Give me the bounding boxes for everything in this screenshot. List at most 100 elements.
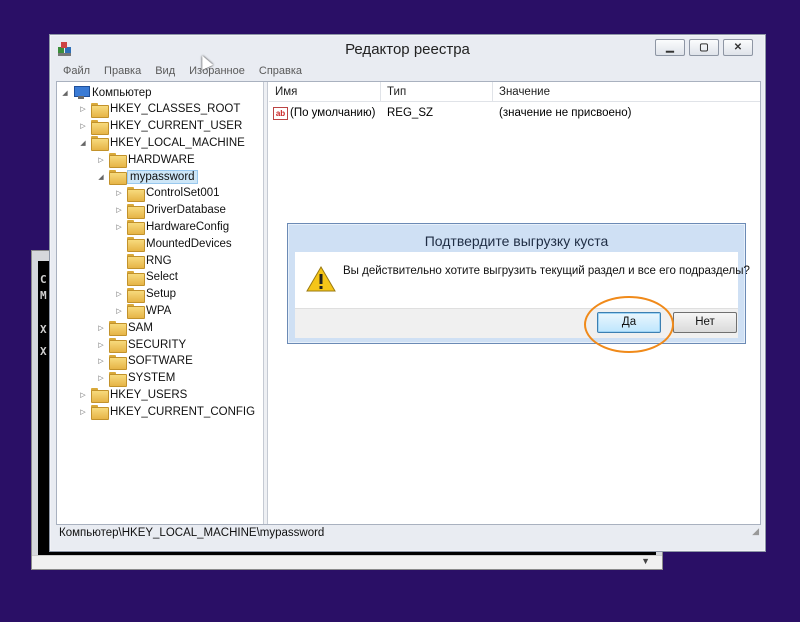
expand-toggle-icon[interactable]: ▷ — [97, 374, 105, 382]
tree-item[interactable]: ▷ ControlSet001 — [115, 185, 220, 202]
tree-item-label: MountedDevices — [146, 237, 232, 250]
folder-icon — [127, 203, 145, 219]
no-button[interactable]: Нет — [673, 312, 737, 333]
tree-item-label: Setup — [146, 288, 177, 301]
expand-toggle-icon[interactable]: ▷ — [115, 189, 123, 197]
tree-item[interactable]: MountedDevices — [115, 235, 232, 253]
tree-item-label: SECURITY — [128, 338, 187, 351]
folder-icon — [127, 186, 145, 202]
tree-item[interactable]: ▷ HardwareConfig — [115, 218, 230, 236]
folder-icon — [109, 354, 127, 370]
expand-toggle-icon[interactable]: ▷ — [97, 341, 105, 349]
status-bar: Компьютер\HKEY_LOCAL_MACHINE\mypassword … — [56, 523, 761, 543]
menu-file[interactable]: Файл — [56, 63, 97, 81]
folder-icon — [91, 405, 109, 421]
tree-item[interactable]: ◢ mypassword — [97, 168, 198, 185]
expand-toggle-icon[interactable]: ▷ — [115, 307, 123, 315]
tree-item[interactable]: ▷ HKEY_USERS — [79, 386, 188, 404]
collapse-toggle-icon[interactable]: ◢ — [79, 139, 87, 147]
tree-item-label: HKEY_CLASSES_ROOT — [110, 103, 241, 116]
tree-item-label: HardwareConfig — [146, 220, 230, 233]
value-row[interactable]: ab (По умолчанию) REG_SZ (значение не пр… — [269, 104, 760, 122]
tree-item-label: HKEY_CURRENT_CONFIG — [110, 405, 256, 418]
expand-toggle-icon[interactable]: ▷ — [79, 105, 87, 113]
expand-toggle-icon[interactable]: ▷ — [115, 223, 123, 231]
resize-grip-icon[interactable]: ◢ — [752, 521, 759, 541]
folder-icon — [91, 388, 109, 404]
tree-item[interactable]: Select — [115, 269, 178, 286]
expand-toggle-icon[interactable]: ▷ — [97, 324, 105, 332]
column-header-value[interactable]: Значение — [493, 82, 760, 101]
expand-toggle-icon[interactable]: ▷ — [79, 408, 87, 416]
tree-item[interactable]: ▷ SECURITY — [97, 336, 186, 353]
tree-item-computer[interactable]: ◢ Компьютер — [61, 84, 152, 101]
expand-toggle-icon[interactable]: ▷ — [115, 290, 123, 298]
maximize-button[interactable]: ▢ — [689, 39, 719, 56]
collapse-toggle-icon[interactable]: ◢ — [61, 89, 69, 97]
folder-icon — [91, 119, 109, 135]
tree-item-label: Select — [146, 271, 178, 284]
highlight-annotation-circle — [584, 296, 674, 353]
console-line: C — [40, 273, 47, 286]
tree-item-label: SAM — [128, 321, 153, 334]
tree-item[interactable]: ▷ WPA — [115, 302, 171, 320]
close-button[interactable]: ✕ — [723, 39, 753, 56]
tree-item[interactable]: ▷ HKEY_CURRENT_USER — [79, 118, 242, 135]
dialog-body: Вы действительно хотите выгрузить текущи… — [295, 252, 750, 308]
folder-icon — [127, 237, 145, 253]
tree-item-label: HKEY_USERS — [110, 388, 188, 401]
value-name: (По умолчанию) — [290, 107, 376, 119]
title-bar[interactable]: Редактор реестра ▁ ▢ ✕ — [50, 35, 765, 63]
console-scrollbar[interactable]: ▼ — [32, 555, 662, 569]
tree-item-label: HKEY_CURRENT_USER — [110, 120, 243, 133]
expand-toggle-icon[interactable]: ▷ — [97, 357, 105, 365]
column-header-name[interactable]: Имя — [269, 82, 381, 101]
tree-item-label: DriverDatabase — [146, 204, 226, 217]
tree-item-label: ControlSet001 — [146, 187, 220, 200]
value-data: (значение не присвоено) — [499, 107, 632, 119]
chevron-down-icon[interactable]: ▼ — [641, 556, 650, 566]
column-header-type[interactable]: Тип — [381, 82, 493, 101]
tree-item[interactable]: ▷ HKEY_CURRENT_CONFIG — [79, 403, 256, 421]
registry-tree[interactable]: ◢ Компьютер ▷ HKEY_CLASSES_ROOT ▷ HKEY_CURR… — [57, 82, 264, 524]
console-line: X — [40, 323, 47, 336]
expand-toggle-icon[interactable]: ▷ — [79, 391, 87, 399]
tree-item-label: mypassword — [127, 169, 198, 184]
menu-view[interactable]: Вид — [148, 63, 182, 81]
tree-item-label: Компьютер — [92, 86, 152, 99]
tree-item[interactable]: RNG — [115, 252, 172, 269]
folder-icon — [127, 287, 145, 303]
folder-icon — [109, 338, 127, 353]
tree-item[interactable]: ▷ SAM — [97, 319, 153, 337]
expand-toggle-icon[interactable]: ▷ — [79, 122, 87, 130]
tree-item-label: HKEY_LOCAL_MACHINE — [110, 136, 245, 149]
string-value-icon: ab — [273, 106, 288, 120]
tree-item[interactable]: ▷ Setup — [115, 286, 176, 303]
tree-item[interactable]: ▷ DriverDatabase — [115, 202, 226, 219]
menu-bar: Файл Правка Вид Избранное Справка — [50, 63, 765, 81]
expand-toggle-icon[interactable]: ▷ — [115, 206, 123, 214]
folder-icon — [127, 270, 145, 286]
collapse-toggle-icon[interactable]: ◢ — [97, 173, 105, 181]
confirm-unload-dialog[interactable]: Подтвердите выгрузку куста Вы действител… — [287, 223, 750, 344]
menu-help[interactable]: Справка — [252, 63, 309, 81]
folder-icon — [127, 254, 145, 269]
tree-item[interactable]: ▷ SOFTWARE — [97, 353, 193, 370]
minimize-button[interactable]: ▁ — [655, 39, 685, 56]
tree-item[interactable]: ◢ HKEY_LOCAL_MACHINE — [79, 134, 245, 152]
menu-edit[interactable]: Правка — [97, 63, 148, 81]
console-line: X — [40, 345, 47, 358]
list-header: Имя Тип Значение — [269, 82, 760, 102]
minimize-icon: ▁ — [666, 42, 674, 53]
console-line: M — [40, 289, 47, 302]
close-icon: ✕ — [733, 42, 743, 53]
tree-item[interactable]: ▷ HKEY_CLASSES_ROOT — [79, 101, 240, 118]
tree-item[interactable]: ▷ HARDWARE — [97, 151, 195, 169]
folder-icon — [109, 170, 127, 185]
menu-favorites[interactable]: Избранное — [182, 63, 252, 81]
pane-splitter[interactable] — [264, 82, 268, 524]
tree-item-label: SYSTEM — [128, 372, 176, 385]
tree-item-label: HARDWARE — [128, 153, 195, 166]
expand-toggle-icon[interactable]: ▷ — [97, 156, 105, 164]
tree-item[interactable]: ▷ SYSTEM — [97, 370, 175, 387]
